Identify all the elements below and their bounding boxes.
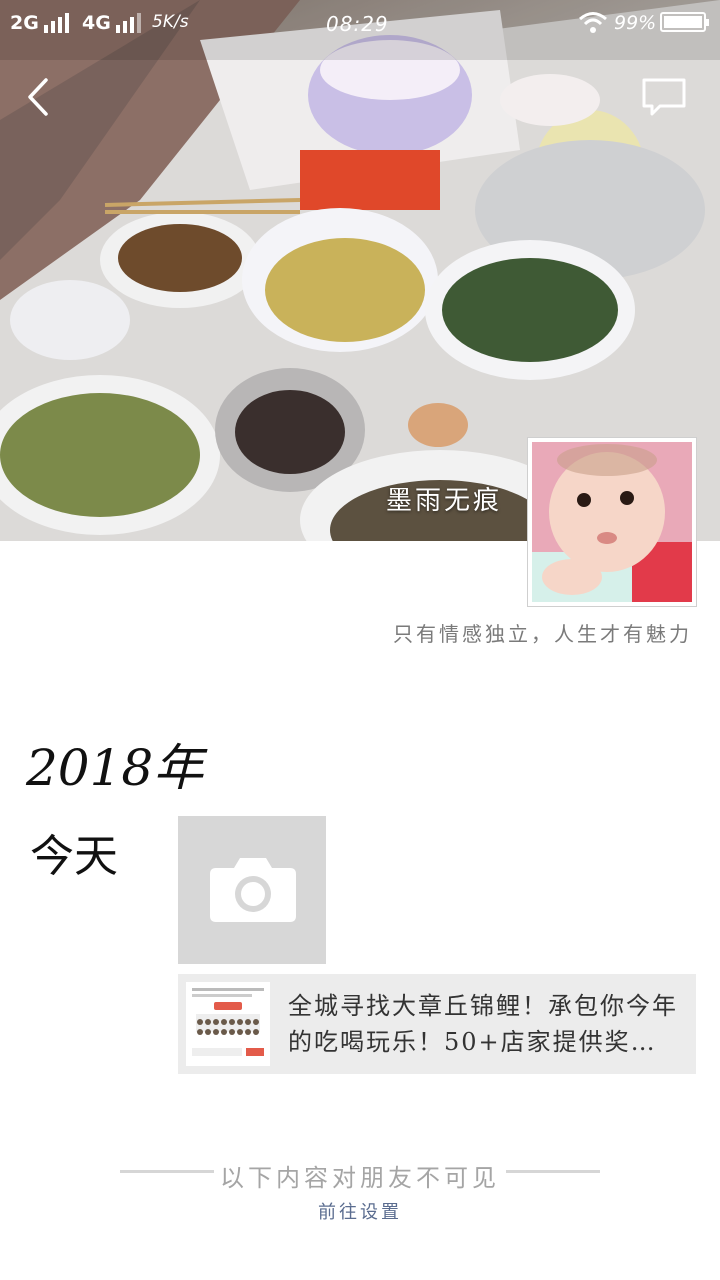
article-thumbnail-image [186,982,270,1066]
privacy-note-text: 以下内容对朋友不可见 [214,1164,506,1192]
network-type-2: 4G [82,12,111,34]
network-speed: 5K/s [152,12,189,32]
camera-icon [210,858,296,922]
battery-fill [664,16,702,28]
battery-icon [660,12,709,32]
go-to-settings-link[interactable]: 前往设置 [0,1198,720,1224]
avatar[interactable] [528,438,696,606]
avatar-image [532,442,692,602]
post-photo-button[interactable] [178,816,326,964]
username[interactable]: 墨雨无痕 [386,480,502,517]
message-bubble-icon [642,78,686,116]
signal-bars-icon [116,13,146,33]
privacy-note: 以下内容对朋友不可见 [0,1158,720,1193]
year-heading: 2018年 [26,739,204,797]
day-label: 今天 [30,831,118,882]
network-type-1: 2G [10,12,39,34]
wifi-icon [579,12,607,33]
back-button[interactable] [20,74,60,120]
clock: 08:29 [326,12,389,36]
chevron-left-icon [28,78,48,116]
shared-link-thumbnail [186,982,270,1066]
profile-signature: 只有情感独立，人生才有魅力 [393,622,692,646]
shared-link-title: 全城寻找大章丘锦鲤！承包你今年的吃喝玩乐！50+店家提供奖… [288,992,678,1056]
messages-button[interactable] [640,76,688,118]
status-bar: 2G 4G 5K/s 08:29 99% [0,0,720,48]
shared-link-card[interactable]: 全城寻找大章丘锦鲤！承包你今年的吃喝玩乐！50+店家提供奖… [178,974,696,1074]
battery-percent: 99% [614,12,657,34]
signal-bars-icon [44,13,74,33]
